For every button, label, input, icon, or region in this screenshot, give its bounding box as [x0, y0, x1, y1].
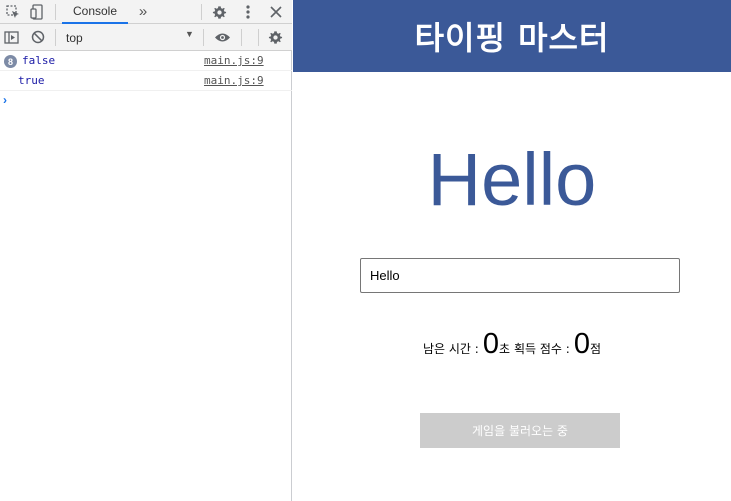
console-prompt-icon[interactable]: ›: [3, 93, 7, 107]
time-label: 남은 시간 :: [422, 342, 479, 356]
loading-game-button[interactable]: 게임을 불러오는 중: [420, 413, 620, 448]
live-expression-eye-icon[interactable]: [212, 28, 232, 46]
chevron-down-icon[interactable]: ▼: [185, 29, 194, 39]
log-value: false: [22, 54, 56, 67]
separator: [55, 4, 56, 20]
close-icon[interactable]: [267, 3, 285, 21]
devtools-tabbar: Console »: [0, 0, 292, 24]
tab-console[interactable]: Console: [62, 0, 128, 24]
devtools-panel: Console » top ▼ 8 false main.js:9 true m…: [0, 0, 292, 501]
inspect-element-icon[interactable]: [4, 3, 22, 21]
repeat-count-badge: 8: [4, 55, 17, 68]
score-unit: 점: [589, 342, 602, 356]
console-message: 8 false main.js:9: [0, 51, 292, 71]
log-source-link[interactable]: main.js:9: [204, 74, 264, 87]
separator: [203, 29, 204, 46]
target-word: Hello: [427, 138, 597, 221]
context-selector[interactable]: top: [60, 27, 200, 48]
clear-console-icon[interactable]: [29, 28, 47, 46]
more-options-icon[interactable]: [240, 3, 256, 21]
score-label: 획득 점수 :: [514, 342, 570, 356]
separator: [258, 29, 259, 46]
console-settings-gear-icon[interactable]: [266, 28, 284, 46]
console-message: true main.js:9: [0, 71, 292, 91]
time-unit: 초: [498, 342, 510, 356]
time-value: 0: [482, 328, 499, 360]
game-stats: 남은 시간 : 0 초 획득 점수 : 0 점: [293, 328, 731, 364]
more-tabs-icon[interactable]: »: [135, 1, 151, 21]
page-title: 타이핑 마스터: [414, 19, 610, 57]
word-input[interactable]: [360, 258, 680, 293]
header: 타이핑 마스터: [293, 0, 731, 72]
log-value: true: [18, 74, 45, 87]
settings-gear-icon[interactable]: [210, 3, 228, 21]
separator: [55, 29, 56, 46]
device-toolbar-icon[interactable]: [28, 3, 46, 21]
show-sidebar-icon[interactable]: [2, 28, 20, 46]
score-value: 0: [573, 328, 590, 360]
console-messages: 8 false main.js:9 true main.js:9 ›: [0, 51, 292, 501]
separator: [201, 4, 202, 20]
typing-game-page: 타이핑 마스터 Hello 남은 시간 : 0 초 획득 점수 : 0 점 게임…: [293, 0, 731, 501]
separator: [241, 29, 242, 46]
log-source-link[interactable]: main.js:9: [204, 54, 264, 67]
